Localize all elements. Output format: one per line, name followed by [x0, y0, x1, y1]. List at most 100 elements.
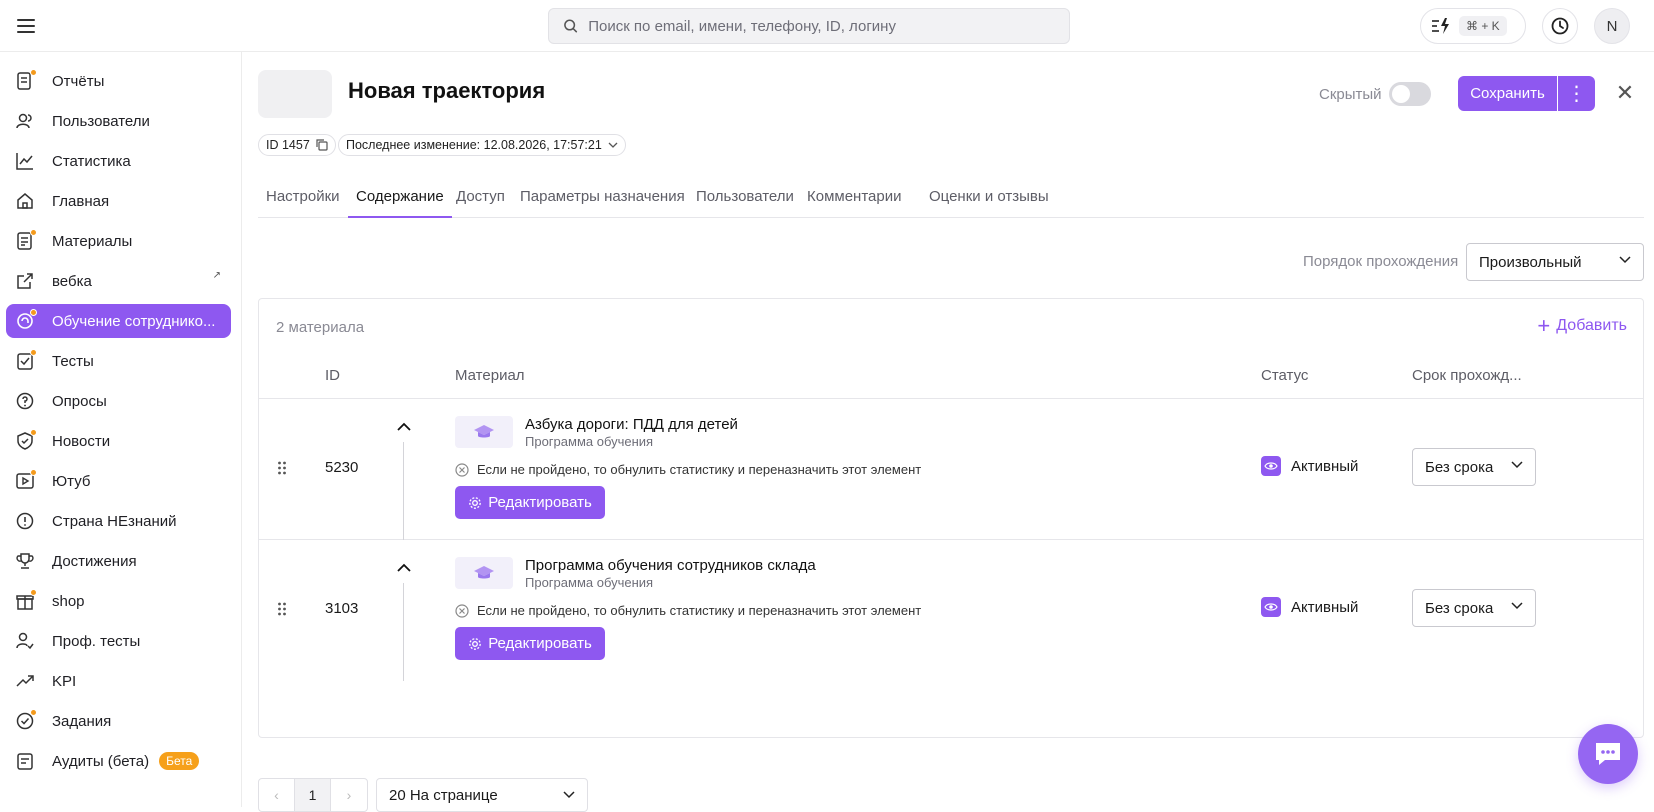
material-name[interactable]: Программа обучения сотрудников склада [525, 557, 816, 574]
sidebar-item-label: Пользователи [52, 112, 150, 130]
chart-icon [14, 150, 36, 172]
sidebar-item-users[interactable]: Пользователи [6, 104, 231, 138]
per-page-value: 20 На странице [389, 786, 498, 804]
eye-icon [1261, 456, 1281, 476]
sidebar-item-label: Достижения [52, 552, 137, 570]
deadline-select[interactable]: Без срока [1412, 589, 1536, 627]
sidebar-item-news[interactable]: Новости [6, 424, 231, 458]
order-value: Произвольный [1479, 253, 1582, 271]
circle-x-icon [455, 462, 469, 477]
sidebar-item-employee-training[interactable]: Обучение сотруднико... [6, 304, 231, 338]
copy-icon[interactable] [316, 139, 328, 151]
chevron-up-icon[interactable] [397, 422, 411, 431]
tab-ratings-reviews[interactable]: Оценки и отзывы [921, 180, 1057, 218]
avatar[interactable]: N [1594, 8, 1630, 44]
menu-icon[interactable] [14, 14, 38, 38]
sidebar-item-prof-tests[interactable]: Проф. тесты [6, 624, 231, 658]
alert-icon [14, 510, 36, 532]
external-arrow-icon: ↗ [212, 270, 221, 281]
order-select[interactable]: Произвольный [1466, 243, 1644, 281]
status-text: Активный [1291, 457, 1359, 475]
sidebar-item-tasks[interactable]: Задания [6, 704, 231, 738]
prev-page-button[interactable]: ‹ [259, 779, 295, 811]
sidebar-item-label: Задания [52, 712, 112, 730]
sidebar-item-reports[interactable]: Отчёты [6, 64, 231, 98]
clock-icon [1551, 17, 1569, 35]
history-button[interactable] [1542, 8, 1578, 44]
save-button[interactable]: Сохранить [1458, 76, 1557, 111]
search-input[interactable] [588, 17, 1069, 35]
edit-button[interactable]: Редактировать [455, 486, 605, 519]
tab-access[interactable]: Доступ [448, 180, 513, 218]
main-content: Новая траектория ID 1457 Последнее измен… [258, 52, 1644, 812]
materials-panel: 2 материала + Добавить ID Материал Стату… [258, 298, 1644, 738]
search-icon [564, 19, 578, 33]
tab-content[interactable]: Содержание [348, 180, 452, 218]
sidebar-item-youtube[interactable]: Ютуб [6, 464, 231, 498]
material-thumbnail [455, 557, 513, 589]
close-icon[interactable]: ✕ [1612, 80, 1638, 106]
chevron-up-icon[interactable] [397, 563, 411, 572]
material-thumbnail [455, 416, 513, 448]
sidebar-item-label: вебка [52, 272, 92, 290]
quick-actions-button[interactable]: ⌘ + K [1420, 8, 1526, 44]
tab-settings[interactable]: Настройки [258, 180, 348, 218]
sidebar: Отчёты Пользователи Статистика Главная М… [0, 52, 242, 807]
drag-handle-icon[interactable] [277, 601, 287, 617]
lightning-icon [1432, 18, 1449, 34]
sidebar-item-achievements[interactable]: Достижения [6, 544, 231, 578]
sidebar-item-tests[interactable]: Тесты [6, 344, 231, 378]
reset-condition: Если не пройдено, то обнулить статистику… [455, 603, 921, 618]
deadline-select[interactable]: Без срока [1412, 448, 1536, 486]
more-options-button[interactable]: ⋮ [1558, 76, 1595, 111]
materials-count: 2 материала [276, 319, 365, 336]
condition-text: Если не пройдено, то обнулить статистику… [477, 462, 922, 477]
sidebar-item-label: Материалы [52, 232, 133, 250]
deadline-value: Без срока [1425, 599, 1494, 617]
material-name[interactable]: Азбука дороги: ПДД для детей [525, 416, 738, 433]
column-deadline: Срок прохожд... [1412, 367, 1522, 384]
hidden-toggle[interactable] [1389, 82, 1431, 106]
sidebar-item-statistics[interactable]: Статистика [6, 144, 231, 178]
sidebar-item-kpi[interactable]: KPI [6, 664, 231, 698]
task-icon [14, 709, 37, 732]
chat-button[interactable] [1578, 724, 1638, 784]
tab-users[interactable]: Пользователи [688, 180, 802, 218]
graduation-cap-icon [474, 425, 494, 438]
survey-icon [14, 390, 36, 412]
next-page-button[interactable]: › [331, 779, 367, 811]
last-change-chip[interactable]: Последнее изменение: 12.08.2026, 17:57:2… [338, 134, 626, 156]
search-box[interactable] [548, 8, 1070, 44]
sidebar-item-surveys[interactable]: Опросы [6, 384, 231, 418]
sidebar-item-webka[interactable]: вебка ↗ [6, 264, 231, 298]
status-badge: Активный [1261, 456, 1358, 476]
sidebar-item-country[interactable]: Страна НЕзнаний [6, 504, 231, 538]
sidebar-item-home[interactable]: Главная [6, 184, 231, 218]
tab-comments[interactable]: Комментарии [799, 180, 909, 218]
sidebar-item-audits[interactable]: Аудиты (бета) Бета [6, 744, 231, 778]
home-icon [14, 190, 36, 212]
tree-line [403, 442, 404, 540]
sidebar-item-label: Тесты [52, 352, 94, 370]
trend-icon [14, 670, 36, 692]
drag-handle-icon[interactable] [277, 460, 287, 476]
column-status: Статус [1261, 367, 1309, 384]
gift-icon [14, 589, 37, 612]
add-button[interactable]: + Добавить [1537, 313, 1627, 338]
edit-label: Редактировать [488, 635, 592, 652]
page-button-1[interactable]: 1 [295, 779, 331, 811]
reset-condition: Если не пройдено, то обнулить статистику… [455, 462, 921, 477]
material-type: Программа обучения [525, 434, 654, 449]
deadline-value: Без срока [1425, 458, 1494, 476]
sidebar-item-shop[interactable]: shop [6, 584, 231, 618]
sidebar-item-label: Аудиты (бета) [52, 752, 150, 770]
plus-icon: + [1537, 313, 1551, 338]
tab-assignment-params[interactable]: Параметры назначения [512, 180, 693, 218]
sidebar-item-label: Новости [52, 432, 111, 450]
sidebar-item-materials[interactable]: Материалы [6, 224, 231, 258]
edit-button[interactable]: Редактировать [455, 627, 605, 660]
cover-image[interactable] [258, 70, 332, 118]
sidebar-item-label: Ютуб [52, 472, 91, 490]
id-chip[interactable]: ID 1457 [258, 134, 336, 156]
id-label: ID 1457 [266, 138, 310, 152]
